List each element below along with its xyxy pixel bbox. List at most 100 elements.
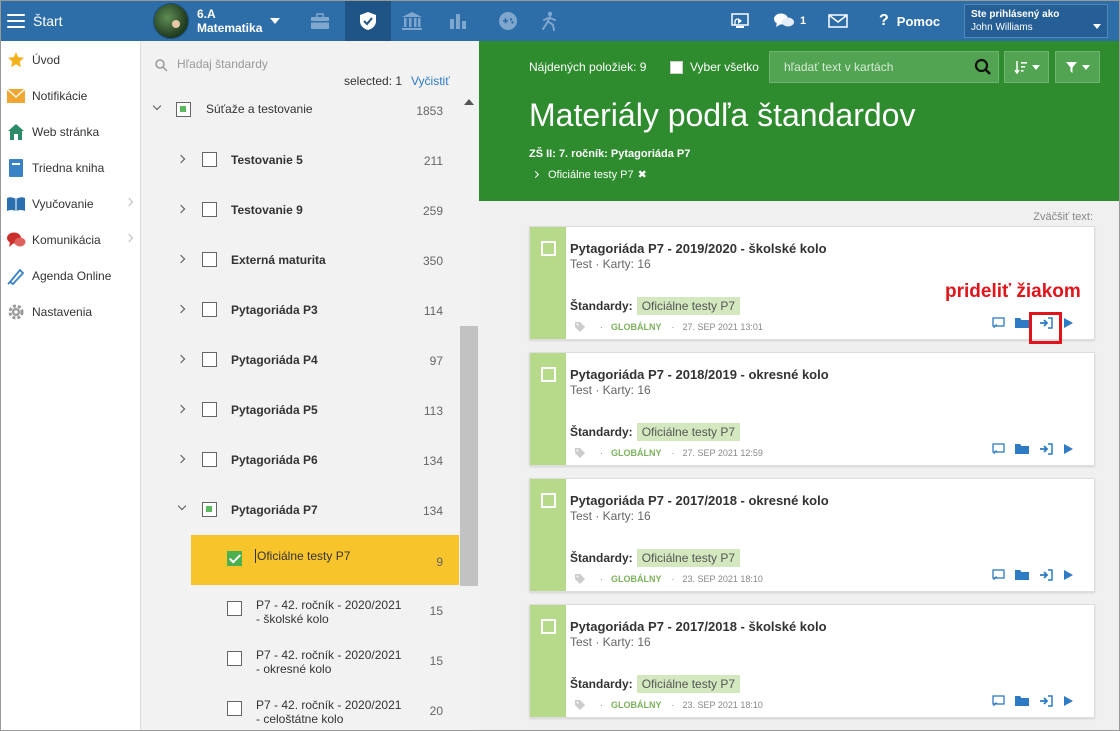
tree-row[interactable]: Testovanie 5 211 <box>141 135 459 185</box>
folder-icon[interactable] <box>1015 569 1029 581</box>
chevron-right-icon[interactable] <box>176 254 186 264</box>
institution-tab[interactable] <box>389 1 435 41</box>
standard-chip[interactable]: Oficiálne testy P7 <box>636 549 741 567</box>
chevron-down-icon[interactable] <box>177 501 187 511</box>
tree-checkbox[interactable] <box>202 252 217 267</box>
tree-checkbox[interactable] <box>227 601 242 616</box>
tree-checkbox[interactable] <box>227 651 242 666</box>
cast-icon[interactable] <box>992 443 1005 455</box>
play-icon[interactable] <box>1063 317 1074 329</box>
game-tab[interactable] <box>485 1 531 41</box>
material-card[interactable]: Pytagoriáda P7 - 2017/2018 - školské kol… <box>529 604 1095 718</box>
standards-search-input[interactable] <box>177 57 377 71</box>
screen-share-button[interactable] <box>717 1 763 41</box>
play-icon[interactable] <box>1063 443 1074 455</box>
tree-scrollbar[interactable] <box>459 91 479 730</box>
cast-icon[interactable] <box>992 695 1005 707</box>
user-menu[interactable]: Ste prihlásený ako John Williams <box>964 4 1108 38</box>
scrollbar-thumb[interactable] <box>460 326 478 586</box>
material-card[interactable]: Pytagoriáda P7 - 2018/2019 - okresné kol… <box>529 352 1095 466</box>
standard-chip[interactable]: Oficiálne testy P7 <box>636 423 741 441</box>
tree-checkbox[interactable] <box>176 102 191 117</box>
tree-row[interactable]: P7 - 42. ročník - 2020/2021- celoštátne … <box>141 685 459 730</box>
messages-button[interactable]: 1 <box>773 1 806 41</box>
nav-item-komunikacia[interactable]: Komunikácia <box>1 222 140 258</box>
tree-checkbox[interactable] <box>202 502 217 517</box>
play-icon[interactable] <box>1063 695 1074 707</box>
nav-item-triedna-kniha[interactable]: Triedna kniha <box>1 150 140 186</box>
chevron-right-icon[interactable] <box>176 404 186 414</box>
cast-icon[interactable] <box>992 569 1005 581</box>
card-title[interactable]: Pytagoriáda P7 - 2018/2019 - okresné kol… <box>570 367 829 382</box>
tree-row[interactable]: Pytagoriáda P4 97 <box>141 335 459 385</box>
nav-item-agenda-online[interactable]: Agenda Online <box>1 258 140 294</box>
card-checkbox[interactable] <box>541 619 556 634</box>
tree-row-selected[interactable]: Oficiálne testy P7 9 <box>191 535 459 585</box>
card-checkbox[interactable] <box>541 367 556 382</box>
tree-row[interactable]: Pytagoriáda P6 134 <box>141 435 459 485</box>
tree-checkbox[interactable] <box>227 551 242 566</box>
tree-row[interactable]: Pytagoriáda P3 114 <box>141 285 459 335</box>
tag-icon[interactable] <box>574 699 586 711</box>
tree-row[interactable]: Súťaže a testovanie 1853 <box>141 85 459 135</box>
filter-button[interactable] <box>1055 51 1100 83</box>
scroll-up-arrow-icon[interactable] <box>464 99 474 105</box>
card-checkbox[interactable] <box>541 241 556 256</box>
tree-checkbox[interactable] <box>202 202 217 217</box>
material-card[interactable]: Pytagoriáda P7 - 2017/2018 - okresné kol… <box>529 478 1095 592</box>
statistics-tab[interactable] <box>435 1 481 41</box>
zoom-text-label[interactable]: Zväčšiť text: <box>1033 211 1093 223</box>
tree-row[interactable]: Testovanie 9 259 <box>141 185 459 235</box>
sort-button[interactable] <box>1004 51 1049 83</box>
tree-row[interactable]: P7 - 42. ročník - 2020/2021- okresné kol… <box>141 635 459 685</box>
tree-row[interactable]: Pytagoriáda P7 134 <box>141 485 459 535</box>
card-checkbox[interactable] <box>541 493 556 508</box>
tree-checkbox[interactable] <box>202 302 217 317</box>
card-title[interactable]: Pytagoriáda P7 - 2019/2020 - školské kol… <box>570 241 827 256</box>
chevron-right-icon[interactable] <box>176 454 186 464</box>
mail-button[interactable] <box>815 1 861 41</box>
tag-icon[interactable] <box>574 321 586 333</box>
play-icon[interactable] <box>1063 569 1074 581</box>
tree-row[interactable]: Externá maturita 350 <box>141 235 459 285</box>
remove-filter-icon[interactable]: ✖ <box>638 168 647 181</box>
nav-item-web-stranka[interactable]: Web stránka <box>1 114 140 150</box>
chevron-down-icon[interactable] <box>152 101 162 111</box>
card-title[interactable]: Pytagoriáda P7 - 2017/2018 - školské kol… <box>570 619 827 634</box>
folder-icon[interactable] <box>1015 443 1029 455</box>
shield-tab[interactable] <box>345 1 391 41</box>
select-all-label[interactable]: Vyber všetko <box>690 60 759 74</box>
tag-icon[interactable] <box>574 447 586 459</box>
tag-icon[interactable] <box>574 573 586 585</box>
assign-to-students-icon[interactable] <box>1039 443 1053 455</box>
tree-row[interactable]: Pytagoriáda P5 113 <box>141 385 459 435</box>
standard-chip[interactable]: Oficiálne testy P7 <box>636 297 741 315</box>
folder-icon[interactable] <box>1015 695 1029 707</box>
tree-checkbox[interactable] <box>202 152 217 167</box>
start-menu-button[interactable]: Štart <box>1 1 141 41</box>
nav-item-notifikacie[interactable]: Notifikácie <box>1 78 140 114</box>
class-selector[interactable]: 6.A Matematika <box>147 1 297 41</box>
cast-icon[interactable] <box>992 317 1005 329</box>
tree-checkbox[interactable] <box>202 452 217 467</box>
assign-to-students-icon[interactable] <box>1039 569 1053 581</box>
search-icon[interactable] <box>974 58 992 76</box>
tree-checkbox[interactable] <box>227 701 242 716</box>
tree-row[interactable]: P7 - 42. ročník - 2020/2021- školské kol… <box>141 585 459 635</box>
card-title[interactable]: Pytagoriáda P7 - 2017/2018 - okresné kol… <box>570 493 829 508</box>
briefcase-tab[interactable] <box>297 1 343 41</box>
assign-to-students-icon[interactable] <box>1039 695 1053 707</box>
tree-checkbox[interactable] <box>202 352 217 367</box>
chevron-right-icon[interactable] <box>176 204 186 214</box>
nav-item-uvod[interactable]: Úvod <box>1 42 140 78</box>
chevron-right-icon[interactable] <box>176 154 186 164</box>
nav-item-vyucovanie[interactable]: Vyučovanie <box>1 186 140 222</box>
chevron-right-icon[interactable] <box>176 304 186 314</box>
tree-checkbox[interactable] <box>202 402 217 417</box>
select-all-checkbox[interactable] <box>670 61 683 74</box>
card-search-input[interactable] <box>784 60 964 74</box>
help-button[interactable]: ? Pomoc <box>879 1 940 41</box>
activities-tab[interactable] <box>527 1 573 41</box>
standard-chip[interactable]: Oficiálne testy P7 <box>636 675 741 693</box>
nav-item-nastavenia[interactable]: Nastavenia <box>1 294 140 330</box>
